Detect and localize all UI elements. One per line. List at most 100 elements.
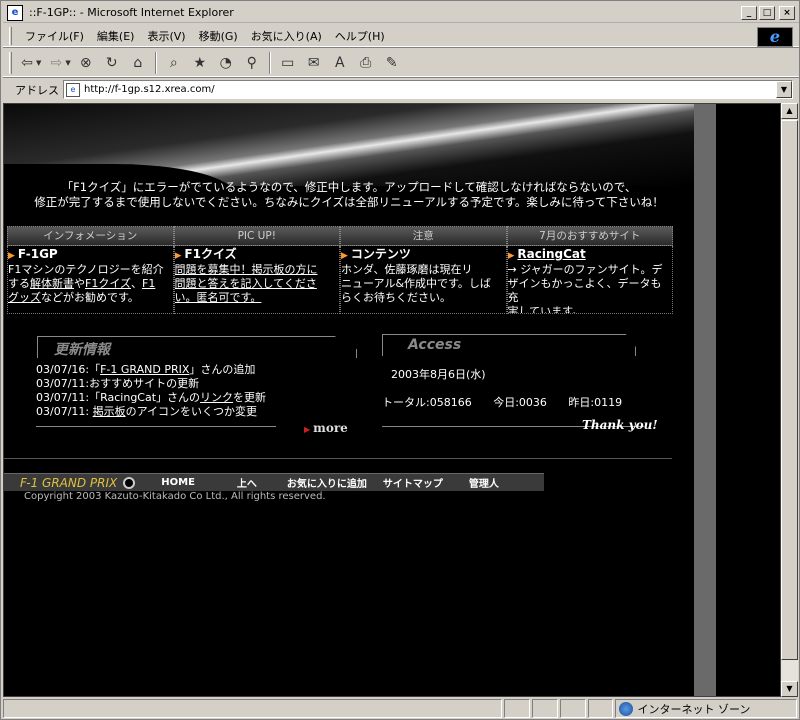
back-arrow-icon[interactable]: ⇦ <box>16 52 38 74</box>
racingcat-line1: → ジャガーのファンサイト。デ <box>507 263 663 276</box>
page-gutter <box>694 104 716 696</box>
scroll-down-icon[interactable]: ▼ <box>781 681 798 697</box>
standard-toolbar: ⇦ ▼ ⇨ ▼ ⊗ ↻ ⌂ ⌕ ★ ◔ ⚲ ▭ ✉ A ⎙ ✎ <box>3 49 799 77</box>
counter-today: 今日:0036 <box>493 396 547 409</box>
menu-go[interactable]: 移動(G) <box>199 28 238 44</box>
scroll-up-icon[interactable]: ▲ <box>781 103 798 119</box>
toolbar-separator <box>268 51 271 74</box>
fullscreen-icon[interactable]: ▭ <box>277 52 299 74</box>
notice-line-1: 「F1クイズ」にエラーがでているようなので、修正中します。アップロードして確認し… <box>61 180 637 194</box>
link-kaitai-shinsho[interactable]: 解体新書 <box>30 277 74 290</box>
more-link[interactable]: ▶ more <box>304 421 348 435</box>
nav-home[interactable]: HOME <box>161 477 195 488</box>
nav-up[interactable]: 上へ <box>237 475 257 490</box>
page-viewport: 「F1クイズ」にエラーがでているようなので、修正中します。アップロードして確認し… <box>3 103 781 697</box>
info-text: F1マシンのテクノロジーを紹介 <box>8 263 164 276</box>
stop-icon[interactable]: ⊗ <box>75 52 97 74</box>
link-f1-quiz[interactable]: F1クイズ <box>85 277 131 290</box>
access-date: 2003年8月6日(水) <box>391 368 486 381</box>
page-icon: e <box>66 82 80 97</box>
notice-line-2: 修正が完了するまで使用しないでください。ちなみにクイズは全部リニューアルする予定… <box>34 195 664 209</box>
info-header-information: インフォメーション <box>7 226 174 246</box>
access-counters: トータル:058166 今日:0036 昨日:0119 <box>382 394 640 410</box>
globe-icon <box>619 701 634 716</box>
toolbar-grip[interactable] <box>9 51 12 74</box>
link-bbs[interactable]: 掲示板 <box>93 405 126 418</box>
back-dropdown-icon[interactable]: ▼ <box>36 59 41 67</box>
menu-view[interactable]: 表示(V) <box>147 28 185 44</box>
link-racingcat[interactable]: RacingCat <box>517 247 585 261</box>
minimize-button[interactable]: _ <box>741 6 757 20</box>
hero-image <box>4 104 694 194</box>
update-text: 03/07/16:「 <box>36 363 101 376</box>
footer-brand: F-1 GRAND PRIX <box>20 475 118 490</box>
print-icon[interactable]: ⎙ <box>355 52 377 74</box>
vertical-scrollbar[interactable]: ▲ ▼ <box>781 103 798 697</box>
menu-file[interactable]: ファイル(F) <box>25 28 84 44</box>
mail-icon[interactable]: ✉ <box>303 52 325 74</box>
maximize-button[interactable]: □ <box>759 6 775 20</box>
address-bar: アドレス e http://f-1gp.s12.xrea.com/ ▼ <box>3 80 799 100</box>
forward-dropdown-icon[interactable]: ▼ <box>65 59 70 67</box>
nav-sitemap[interactable]: サイトマップ <box>383 475 443 490</box>
refresh-icon[interactable]: ↻ <box>101 52 123 74</box>
status-progress <box>503 699 530 718</box>
info-header-pickup: PIC UP! <box>173 226 340 246</box>
update-text: 」さんの追加 <box>189 363 256 376</box>
contents-line1: ホンダ、佐藤琢磨は現在リ <box>341 263 473 276</box>
copyright-text: Copyright 2003 Kazuto-Kitakado Co Ltd., … <box>24 491 326 502</box>
scroll-thumb[interactable] <box>781 120 798 660</box>
address-label: アドレス <box>15 84 59 97</box>
font-icon[interactable]: A <box>329 52 351 74</box>
quiz-link-line1[interactable]: 問題を募集中！掲示板の方に <box>175 263 318 276</box>
info-text: などがお勧めです。 <box>41 291 139 304</box>
window-controls: _ □ × <box>741 6 795 20</box>
address-dropdown-icon[interactable]: ▼ <box>776 81 792 98</box>
status-privacy <box>587 699 614 718</box>
updates-title: 更新情報 <box>54 342 110 358</box>
link-f1-goods[interactable]: F1 <box>142 277 155 290</box>
menu-grip[interactable] <box>9 26 12 45</box>
info-text: 、 <box>131 277 142 290</box>
address-input[interactable]: e http://f-1gp.s12.xrea.com/ ▼ <box>63 80 793 99</box>
more-label[interactable]: more <box>313 421 348 435</box>
zone-label: インターネット ゾーン <box>637 702 751 716</box>
ie-logo-icon: e <box>757 27 793 47</box>
browser-window: e ::F-1GP:: - Microsoft Internet Explore… <box>0 0 800 720</box>
thank-you-text: Thank you! <box>582 418 658 432</box>
menu-edit[interactable]: 編集(E) <box>97 28 135 44</box>
history-icon[interactable]: ◔ <box>215 52 237 74</box>
update-text: を更新 <box>233 391 267 404</box>
nav-add-favorites[interactable]: お気に入りに追加 <box>287 475 367 490</box>
link-f1-goods-cont[interactable]: グッズ <box>8 291 41 304</box>
nav-admin[interactable]: 管理人 <box>469 475 499 490</box>
orange-arrow-icon: ▶ <box>341 251 348 261</box>
link-f1-grand-prix[interactable]: F-1 GRAND PRIX <box>100 363 189 376</box>
status-security <box>531 699 558 718</box>
update-text: のアイコンをいくつか変更 <box>125 405 258 418</box>
red-arrow-icon: ▶ <box>304 424 311 434</box>
favorites-icon[interactable]: ★ <box>189 52 211 74</box>
menu-favorites[interactable]: お気に入り(A) <box>251 28 322 44</box>
status-zone: インターネット ゾーン <box>615 699 797 718</box>
list-item: 03/07/11: 掲示板のアイコンをいくつか変更 <box>36 405 266 419</box>
address-url[interactable]: http://f-1gp.s12.xrea.com/ <box>84 84 215 95</box>
contents-line2: ニューアル&作成中です。しば <box>341 277 491 290</box>
info-columns: ▶ F-1GP F1マシンのテクノロジーを紹介 する解体新書やF1クイズ、F1 グ… <box>7 246 673 314</box>
updates-list: 03/07/16:「F-1 GRAND PRIX」さんの追加 03/07/11:… <box>36 363 266 419</box>
link-link-page[interactable]: リンク <box>200 391 233 404</box>
search-icon[interactable]: ⌕ <box>163 52 185 74</box>
ie-page-icon: e <box>7 4 23 21</box>
edit-icon[interactable]: ✎ <box>381 52 403 74</box>
menu-help[interactable]: ヘルプ(H) <box>335 28 385 44</box>
channels-icon[interactable]: ⚲ <box>241 52 263 74</box>
forward-arrow-icon[interactable]: ⇨ <box>45 52 67 74</box>
home-icon[interactable]: ⌂ <box>127 52 149 74</box>
quiz-link-line2[interactable]: 問題と答えを記入してくださ <box>175 277 317 290</box>
window-title: ::F-1GP:: - Microsoft Internet Explorer <box>29 6 234 19</box>
update-text: 03/07/11: <box>36 405 93 418</box>
counter-total: トータル:058166 <box>382 396 472 409</box>
menu-bar: ファイル(F) 編集(E) 表示(V) 移動(G) お気に入り(A) ヘルプ(H… <box>3 25 799 47</box>
quiz-link-line3[interactable]: い。匿名可です。 <box>175 291 262 304</box>
close-button[interactable]: × <box>779 6 795 20</box>
